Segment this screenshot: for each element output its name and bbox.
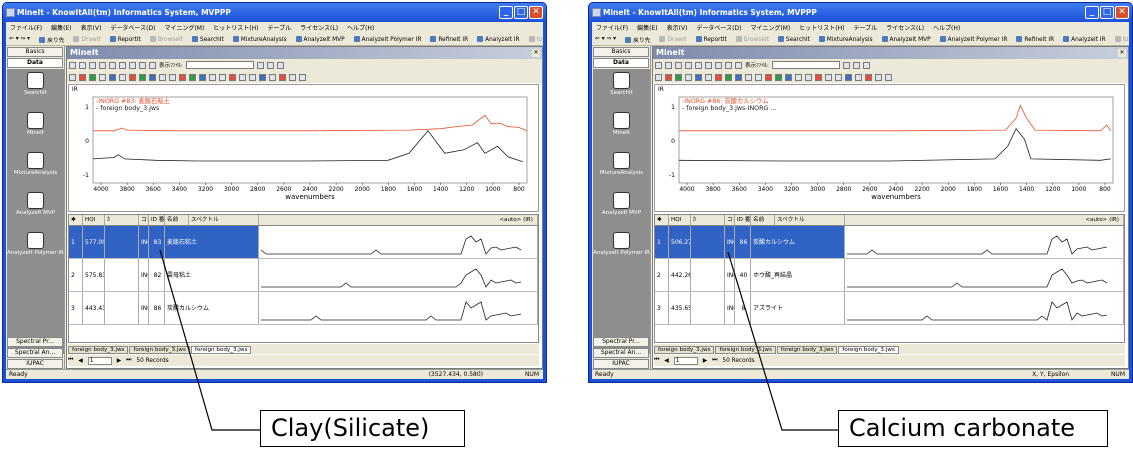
callout-leader-lines xyxy=(159,249,838,431)
callout-leader-right xyxy=(727,251,838,431)
callout-leader-left xyxy=(159,249,260,431)
